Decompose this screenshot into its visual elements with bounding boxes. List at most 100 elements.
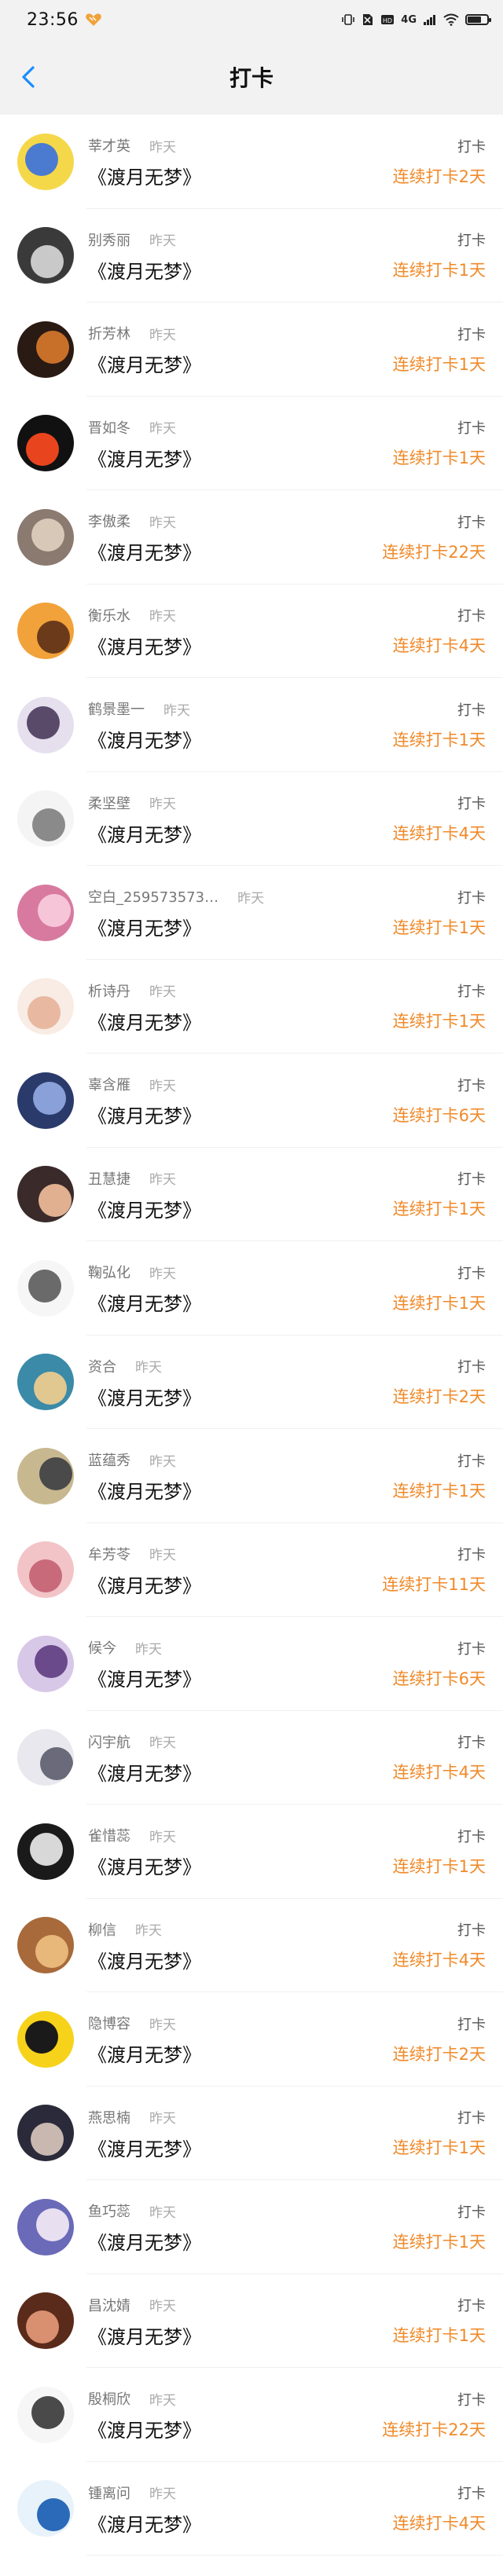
user-name[interactable]: 雀惜蕊 (88, 1825, 130, 1845)
user-avatar[interactable] (17, 1823, 74, 1880)
checkin-row[interactable]: 空白_259573573… 昨天 《渡月无梦》 打卡 连续打卡1天 (0, 866, 503, 960)
book-title[interactable]: 《渡月无梦》 (88, 1758, 393, 1786)
book-title[interactable]: 《渡月无梦》 (88, 1288, 393, 1316)
user-avatar[interactable] (17, 603, 74, 660)
user-avatar[interactable] (17, 508, 74, 566)
checkin-row[interactable]: 资合 昨天 《渡月无梦》 打卡 连续打卡2天 (0, 1336, 503, 1430)
book-title[interactable]: 《渡月无梦》 (88, 819, 393, 847)
checkin-row[interactable]: 殷桐欣 昨天 《渡月无梦》 打卡 连续打卡22天 (0, 2368, 503, 2462)
book-title[interactable]: 《渡月无梦》 (88, 632, 393, 659)
user-avatar[interactable] (17, 1166, 74, 1223)
book-title[interactable]: 《渡月无梦》 (88, 1946, 393, 1973)
user-name[interactable]: 李傲柔 (88, 511, 130, 531)
checkin-row[interactable]: 折芳林 昨天 《渡月无梦》 打卡 连续打卡1天 (0, 302, 503, 397)
checkin-row[interactable]: 晋如冬 昨天 《渡月无梦》 打卡 连续打卡1天 (0, 397, 503, 491)
book-title[interactable]: 《渡月无梦》 (88, 1195, 393, 1222)
user-name[interactable]: 衡乐水 (88, 605, 130, 625)
user-avatar[interactable] (17, 1635, 74, 1692)
book-title[interactable]: 《渡月无梦》 (88, 1476, 393, 1504)
user-name[interactable]: 昌沈婧 (88, 2295, 130, 2315)
book-title[interactable]: 《渡月无梦》 (88, 2415, 382, 2442)
book-title[interactable]: 《渡月无梦》 (88, 2321, 393, 2349)
user-name[interactable]: 蓝蕴秀 (88, 1449, 130, 1470)
user-avatar[interactable] (17, 1354, 74, 1411)
user-avatar[interactable] (17, 415, 74, 472)
user-name[interactable]: 隐博容 (88, 2013, 130, 2033)
book-title[interactable]: 《渡月无梦》 (88, 537, 382, 565)
user-name[interactable]: 闪宇航 (88, 1731, 130, 1752)
checkin-row[interactable]: 雀惜蕊 昨天 《渡月无梦》 打卡 连续打卡1天 (0, 1805, 503, 1899)
checkin-row[interactable]: 柳信 昨天 《渡月无梦》 打卡 连续打卡4天 (0, 1899, 503, 1993)
user-avatar[interactable] (17, 1447, 74, 1504)
checkin-row[interactable]: 别秀丽 昨天 《渡月无梦》 打卡 连续打卡1天 (0, 209, 503, 303)
user-avatar[interactable] (17, 133, 74, 190)
checkin-row[interactable]: 燕思楠 昨天 《渡月无梦》 打卡 连续打卡1天 (0, 2087, 503, 2181)
book-title[interactable]: 《渡月无梦》 (88, 725, 393, 753)
checkin-row[interactable]: 候今 昨天 《渡月无梦》 打卡 连续打卡6天 (0, 1617, 503, 1711)
user-avatar[interactable] (17, 2480, 74, 2538)
user-name[interactable]: 鹤景墨一 (88, 698, 145, 719)
user-avatar[interactable] (17, 1917, 74, 1974)
checkin-row[interactable]: 隐博容 昨天 《渡月无梦》 打卡 连续打卡2天 (0, 1992, 503, 2087)
user-name[interactable]: 折芳林 (88, 323, 130, 343)
checkin-row[interactable]: 闪宇航 昨天 《渡月无梦》 打卡 连续打卡4天 (0, 1711, 503, 1805)
user-name[interactable]: 燕思楠 (88, 2107, 130, 2127)
book-title[interactable]: 《渡月无梦》 (88, 256, 393, 284)
user-name[interactable]: 丑慧捷 (88, 1168, 130, 1189)
checkin-row[interactable]: 柔坚壁 昨天 《渡月无梦》 打卡 连续打卡4天 (0, 772, 503, 867)
book-title[interactable]: 《渡月无梦》 (88, 1383, 393, 1410)
checkin-row[interactable]: 牟芳苓 昨天 《渡月无梦》 打卡 连续打卡11天 (0, 1523, 503, 1618)
book-title[interactable]: 《渡月无梦》 (88, 2039, 393, 2067)
user-avatar[interactable] (17, 2105, 74, 2162)
user-avatar[interactable] (17, 2198, 74, 2255)
book-title[interactable]: 《渡月无梦》 (88, 1007, 393, 1035)
book-title[interactable]: 《渡月无梦》 (88, 913, 393, 940)
user-name[interactable]: 辜含雁 (88, 1074, 130, 1094)
book-title[interactable]: 《渡月无梦》 (88, 2509, 393, 2537)
book-title[interactable]: 《渡月无梦》 (88, 1664, 393, 1691)
checkin-row[interactable]: 李傲柔 昨天 《渡月无梦》 打卡 连续打卡22天 (0, 490, 503, 584)
user-avatar[interactable] (17, 696, 74, 753)
user-name[interactable]: 锺离问 (88, 2483, 130, 2503)
user-avatar[interactable] (17, 790, 74, 848)
user-name[interactable]: 别秀丽 (88, 229, 130, 250)
user-name[interactable]: 析诗丹 (88, 980, 130, 1001)
user-avatar[interactable] (17, 2386, 74, 2443)
user-name[interactable]: 资合 (88, 1356, 116, 1376)
back-button[interactable] (16, 64, 41, 90)
user-name[interactable]: 莘才英 (88, 135, 130, 156)
checkin-row[interactable]: 鹤景墨一 昨天 《渡月无梦》 打卡 连续打卡1天 (0, 678, 503, 772)
user-name[interactable]: 晋如冬 (88, 417, 130, 438)
user-avatar[interactable] (17, 2292, 74, 2350)
book-title[interactable]: 《渡月无梦》 (88, 162, 393, 189)
book-title[interactable]: 《渡月无梦》 (88, 1101, 393, 1128)
user-name[interactable]: 殷桐欣 (88, 2388, 130, 2409)
book-title[interactable]: 《渡月无梦》 (88, 444, 393, 471)
user-avatar[interactable] (17, 1541, 74, 1599)
user-name[interactable]: 鱼巧蕊 (88, 2200, 130, 2221)
user-avatar[interactable] (17, 321, 74, 378)
user-name[interactable]: 柔坚壁 (88, 793, 130, 813)
user-avatar[interactable] (17, 1072, 74, 1129)
user-name[interactable]: 牟芳苓 (88, 1544, 130, 1564)
checkin-row[interactable]: 锺离问 昨天 《渡月无梦》 打卡 连续打卡4天 (0, 2462, 503, 2556)
user-name[interactable]: 候今 (88, 1637, 116, 1658)
user-avatar[interactable] (17, 978, 74, 1035)
book-title[interactable]: 《渡月无梦》 (88, 2227, 393, 2255)
user-name[interactable]: 鞠弘化 (88, 1262, 130, 1282)
checkin-row[interactable]: 鞠弘化 昨天 《渡月无梦》 打卡 连续打卡1天 (0, 1241, 503, 1336)
checkin-row[interactable]: 蓝蕴秀 昨天 《渡月无梦》 打卡 连续打卡1天 (0, 1429, 503, 1523)
checkin-row[interactable]: 莘才英 昨天 《渡月无梦》 打卡 连续打卡2天 (0, 115, 503, 209)
checkin-row[interactable]: 析诗丹 昨天 《渡月无梦》 打卡 连续打卡1天 (0, 960, 503, 1054)
user-avatar[interactable] (17, 1729, 74, 1786)
book-title[interactable]: 《渡月无梦》 (88, 1852, 393, 1879)
user-avatar[interactable] (17, 227, 74, 284)
checkin-row[interactable]: 辜含雁 昨天 《渡月无梦》 打卡 连续打卡6天 (0, 1053, 503, 1148)
user-avatar[interactable] (17, 1259, 74, 1317)
user-name[interactable]: 柳信 (88, 1919, 116, 1940)
book-title[interactable]: 《渡月无梦》 (88, 350, 393, 377)
user-avatar[interactable] (17, 884, 74, 941)
book-title[interactable]: 《渡月无梦》 (88, 1570, 382, 1598)
user-name[interactable]: 空白_259573573… (88, 886, 218, 907)
checkin-row[interactable]: 昌沈婧 昨天 《渡月无梦》 打卡 连续打卡1天 (0, 2274, 503, 2369)
